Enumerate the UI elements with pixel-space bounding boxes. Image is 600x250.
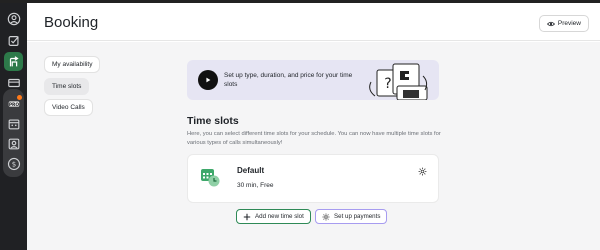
play-icon[interactable] [198, 70, 218, 90]
eye-icon [546, 21, 555, 26]
plus-icon [243, 213, 251, 220]
gear-icon [322, 213, 330, 220]
video-banner[interactable]: Set up type, duration, and price for you… [187, 60, 439, 100]
gear-icon[interactable] [418, 167, 427, 176]
page-header: Booking Preview [27, 3, 600, 41]
dollar-icon[interactable]: $ [4, 154, 23, 173]
notification-dot [17, 95, 22, 100]
schedule-illustration-icon: ? [369, 63, 428, 100]
calendar-icon[interactable] [4, 114, 23, 133]
tab-my-availability[interactable]: My availability [44, 56, 101, 73]
calendar-clock-icon [201, 169, 220, 187]
contact-icon[interactable] [4, 134, 23, 153]
promo-icon[interactable]: PRO [4, 94, 23, 113]
svg-text:?: ? [384, 76, 391, 92]
add-time-slot-button[interactable]: Add new time slot [236, 209, 311, 224]
slot-title: Default [237, 166, 265, 175]
svg-text:$: $ [11, 160, 15, 168]
checklist-icon[interactable] [4, 31, 23, 50]
set-up-payments-label: Set up payments [334, 213, 381, 220]
preview-button[interactable]: Preview [538, 15, 589, 32]
add-time-slot-label: Add new time slot [255, 213, 304, 220]
tab-video-calls[interactable]: Video Calls [44, 99, 93, 116]
time-slot-card[interactable]: Default 30 min, Free [187, 154, 439, 203]
tab-time-slots[interactable]: Time slots [44, 78, 90, 95]
slot-subtitle: 30 min, Free [237, 182, 274, 189]
booking-icon[interactable] [4, 52, 23, 71]
svg-text:PRO: PRO [8, 101, 19, 107]
nav-rail: PRO $ [0, 3, 27, 250]
page-title: Booking [44, 14, 99, 31]
set-up-payments-button[interactable]: Set up payments [315, 209, 388, 224]
section-description: Here, you can select different time slot… [187, 131, 441, 146]
person-icon[interactable] [4, 9, 23, 28]
section-title: Time slots [187, 115, 239, 127]
banner-text: Set up type, duration, and price for you… [224, 72, 353, 88]
main-content: My availability Time slots Video Calls S… [27, 42, 600, 250]
preview-label: Preview [557, 20, 581, 27]
